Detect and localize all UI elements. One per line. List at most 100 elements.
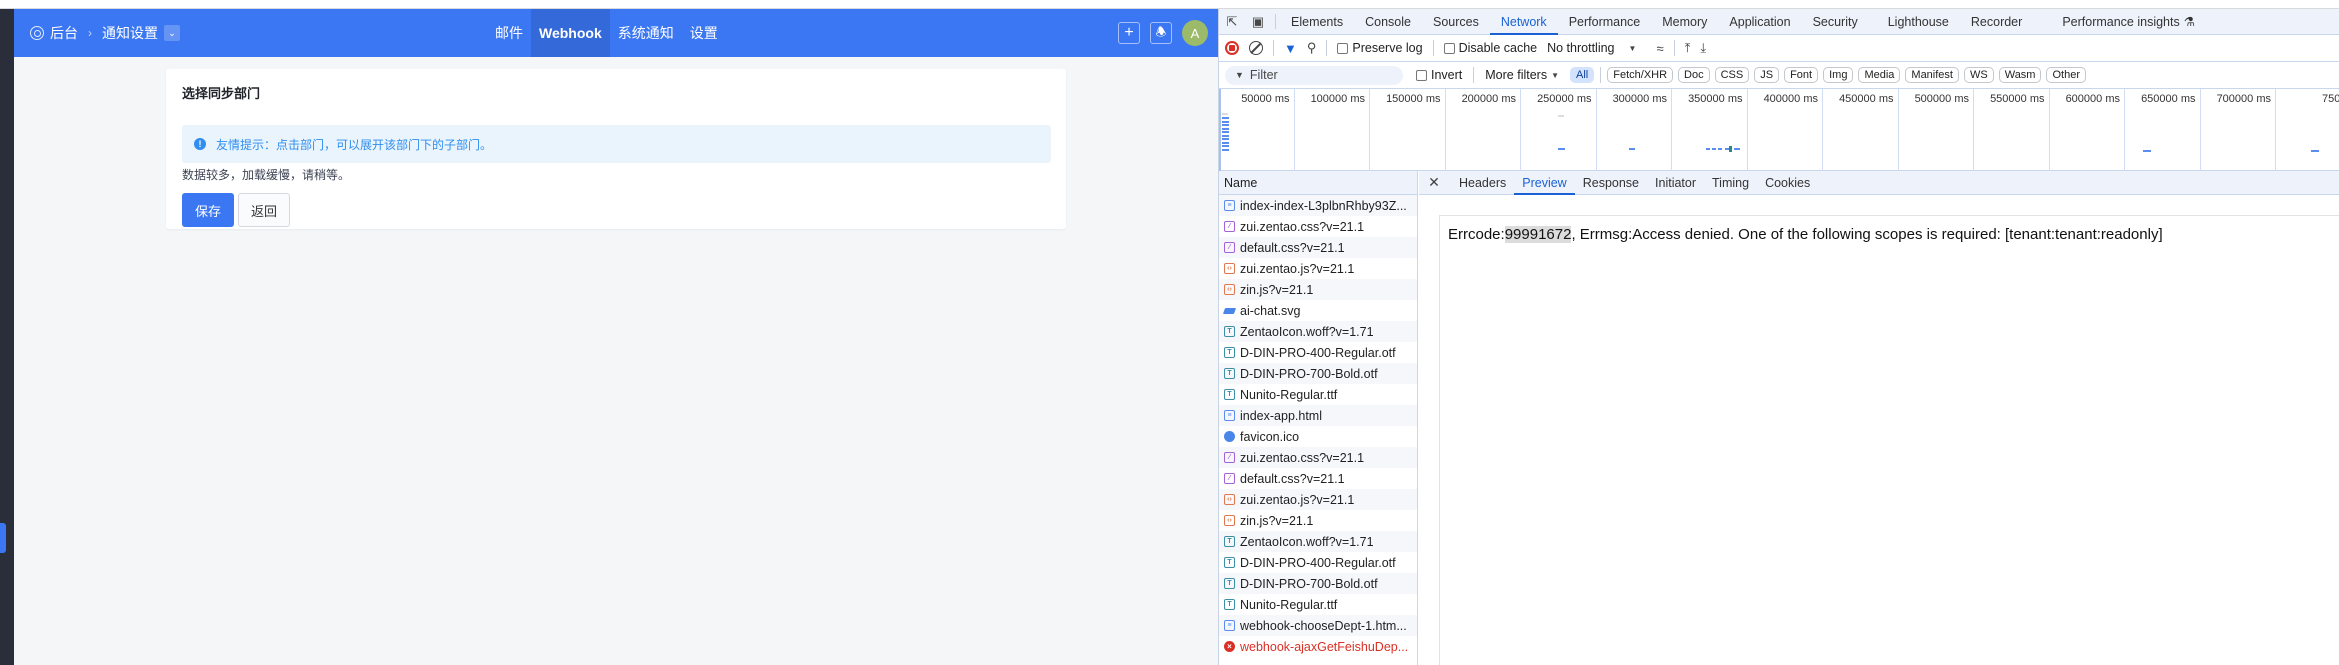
chevron-down-icon[interactable]: ⌄ xyxy=(164,25,180,41)
request-row[interactable]: T Nunito-Regular.ttf xyxy=(1219,594,1417,615)
request-row[interactable]: T ZentaoIcon.woff?v=1.71 xyxy=(1219,321,1417,342)
nav-item-webhook[interactable]: Webhook xyxy=(531,9,610,57)
request-row[interactable]: T Nunito-Regular.ttf xyxy=(1219,384,1417,405)
more-filters-dropdown[interactable]: More filters ▼ xyxy=(1485,68,1559,82)
avatar[interactable]: A xyxy=(1182,20,1208,46)
tab-console[interactable]: Console xyxy=(1354,9,1422,34)
timeline-tick-label: 300000 ms xyxy=(1612,93,1667,105)
file-type-js-icon: ‹› xyxy=(1224,263,1235,274)
tab-memory[interactable]: Memory xyxy=(1651,9,1718,34)
tab-recorder[interactable]: Recorder xyxy=(1960,9,2033,34)
save-button[interactable]: 保存 xyxy=(182,193,234,227)
stop-recording-icon[interactable] xyxy=(1225,41,1239,55)
request-row[interactable]: T D-DIN-PRO-400-Regular.otf xyxy=(1219,342,1417,363)
request-row[interactable]: favicon.ico xyxy=(1219,426,1417,447)
notifications-button[interactable]: 🕭 xyxy=(1150,22,1172,44)
devtools-panel: ⇱ ▣ Elements Console Sources Network Per… xyxy=(1218,9,2339,665)
request-row[interactable]: T D-DIN-PRO-700-Bold.otf xyxy=(1219,363,1417,384)
plus-icon: + xyxy=(1124,24,1134,41)
type-filter-font[interactable]: Font xyxy=(1784,67,1819,83)
request-row[interactable]: ‹› zui.zentao.js?v=21.1 xyxy=(1219,258,1417,279)
devtools-tab-bar: ⇱ ▣ Elements Console Sources Network Per… xyxy=(1219,9,2339,35)
request-row[interactable]: ≡ webhook-chooseDept-1.htm... xyxy=(1219,615,1417,636)
request-row[interactable]: ⁄ zui.zentao.css?v=21.1 xyxy=(1219,447,1417,468)
tab-headers[interactable]: Headers xyxy=(1451,171,1514,194)
type-filter-all[interactable]: All xyxy=(1570,67,1595,83)
request-row[interactable]: ⁄ default.css?v=21.1 xyxy=(1219,468,1417,489)
request-row[interactable]: × webhook-ajaxGetFeishuDep... xyxy=(1219,636,1417,657)
tab-preview[interactable]: Preview xyxy=(1514,171,1576,195)
tab-security[interactable]: Security xyxy=(1802,9,1869,34)
tab-response[interactable]: Response xyxy=(1575,171,1647,194)
add-button[interactable]: + xyxy=(1118,22,1140,44)
request-row[interactable]: ‹› zui.zentao.js?v=21.1 xyxy=(1219,489,1417,510)
preserve-log-checkbox[interactable]: Preserve log xyxy=(1337,41,1423,55)
import-har-icon[interactable]: ⤒ xyxy=(1685,40,1691,56)
disable-cache-checkbox[interactable]: Disable cache xyxy=(1443,41,1537,55)
tab-performance[interactable]: Performance xyxy=(1558,9,1652,34)
filter-icon[interactable]: ▼ xyxy=(1284,41,1297,56)
device-toolbar-icon[interactable]: ▣ xyxy=(1245,9,1271,34)
nav-item-settings[interactable]: 设置 xyxy=(682,9,726,57)
search-icon[interactable]: ⚲ xyxy=(1307,40,1317,56)
type-filter-fetch-xhr[interactable]: Fetch/XHR xyxy=(1607,67,1674,83)
tab-lighthouse[interactable]: Lighthouse xyxy=(1877,9,1960,34)
request-row[interactable]: T D-DIN-PRO-400-Regular.otf xyxy=(1219,552,1417,573)
request-row[interactable]: ⁄ default.css?v=21.1 xyxy=(1219,237,1417,258)
request-row[interactable]: ‹› zin.js?v=21.1 xyxy=(1219,510,1417,531)
tab-timing[interactable]: Timing xyxy=(1704,171,1757,194)
request-name: index-index-L3plbnRhby93Z... xyxy=(1240,198,1407,213)
request-name: ai-chat.svg xyxy=(1240,303,1301,318)
nav-item-email[interactable]: 邮件 xyxy=(487,9,531,57)
invert-checkbox[interactable]: Invert xyxy=(1416,68,1462,82)
back-button[interactable]: 返回 xyxy=(238,193,290,227)
timeline-request-mark xyxy=(1712,148,1716,150)
errmsg-text: , Errmsg:Access denied. One of the follo… xyxy=(1571,226,2163,243)
type-filter-wasm[interactable]: Wasm xyxy=(1998,67,2042,83)
type-filter-doc[interactable]: Doc xyxy=(1678,67,1710,83)
file-type-font-icon: T xyxy=(1224,347,1235,358)
tab-sources[interactable]: Sources xyxy=(1422,9,1490,34)
type-filter-css[interactable]: CSS xyxy=(1714,67,1750,83)
type-filter-media[interactable]: Media xyxy=(1858,67,1901,83)
filter-input[interactable]: ▼ Filter xyxy=(1225,65,1403,85)
tab-application[interactable]: Application xyxy=(1718,9,1801,34)
tab-cookies[interactable]: Cookies xyxy=(1757,171,1818,194)
request-row[interactable]: ‹› zin.js?v=21.1 xyxy=(1219,279,1417,300)
name-column-header[interactable]: Name xyxy=(1219,171,1417,195)
timeline-tick: 350000 ms xyxy=(1672,89,1748,171)
timeline-request-mark xyxy=(1718,148,1722,150)
errcode-value: 99991672 xyxy=(1504,226,1572,243)
type-filter-img[interactable]: Img xyxy=(1823,67,1854,83)
request-row[interactable]: T D-DIN-PRO-700-Bold.otf xyxy=(1219,573,1417,594)
request-row[interactable]: ai-chat.svg xyxy=(1219,300,1417,321)
request-name: D-DIN-PRO-400-Regular.otf xyxy=(1240,555,1396,570)
type-filter-ws[interactable]: WS xyxy=(1963,67,1994,83)
export-har-icon[interactable]: ⤓ xyxy=(1700,40,1706,56)
request-row[interactable]: T ZentaoIcon.woff?v=1.71 xyxy=(1219,531,1417,552)
network-conditions-icon[interactable]: ≈ xyxy=(1656,41,1663,56)
throttling-select[interactable]: No throttling ▼ xyxy=(1547,41,1636,55)
type-filter-js[interactable]: JS xyxy=(1754,67,1780,83)
sidebar-active-marker[interactable] xyxy=(0,523,6,553)
tab-performance-insights[interactable]: Performance insights ⚗ xyxy=(2051,9,2206,34)
tab-elements[interactable]: Elements xyxy=(1280,9,1354,34)
clear-icon[interactable] xyxy=(1249,41,1263,55)
timeline-request-mark xyxy=(1706,148,1710,150)
breadcrumb-current[interactable]: 通知设置 xyxy=(102,23,158,43)
tab-performance-insights-label: Performance insights xyxy=(2062,14,2180,29)
tab-initiator[interactable]: Initiator xyxy=(1647,171,1704,194)
type-filter-manifest[interactable]: Manifest xyxy=(1905,67,1959,83)
request-row[interactable]: ≡ index-index-L3plbnRhby93Z... xyxy=(1219,195,1417,216)
file-type-font-icon: T xyxy=(1224,578,1235,589)
request-row[interactable]: ≡ index-app.html xyxy=(1219,405,1417,426)
request-row[interactable]: ⁄ zui.zentao.css?v=21.1 xyxy=(1219,216,1417,237)
file-type-font-icon: T xyxy=(1224,599,1235,610)
tab-network[interactable]: Network xyxy=(1489,9,1558,35)
inspect-element-icon[interactable]: ⇱ xyxy=(1219,9,1245,34)
close-icon[interactable]: ✕ xyxy=(1423,171,1445,194)
network-overview-timeline[interactable]: 50000 ms 100000 ms 150000 ms 200000 ms 25000… xyxy=(1219,89,2339,171)
type-filter-other[interactable]: Other xyxy=(2046,67,2086,83)
nav-item-system-notice[interactable]: 系统通知 xyxy=(610,9,682,57)
breadcrumb-root[interactable]: 后台 xyxy=(50,23,78,43)
